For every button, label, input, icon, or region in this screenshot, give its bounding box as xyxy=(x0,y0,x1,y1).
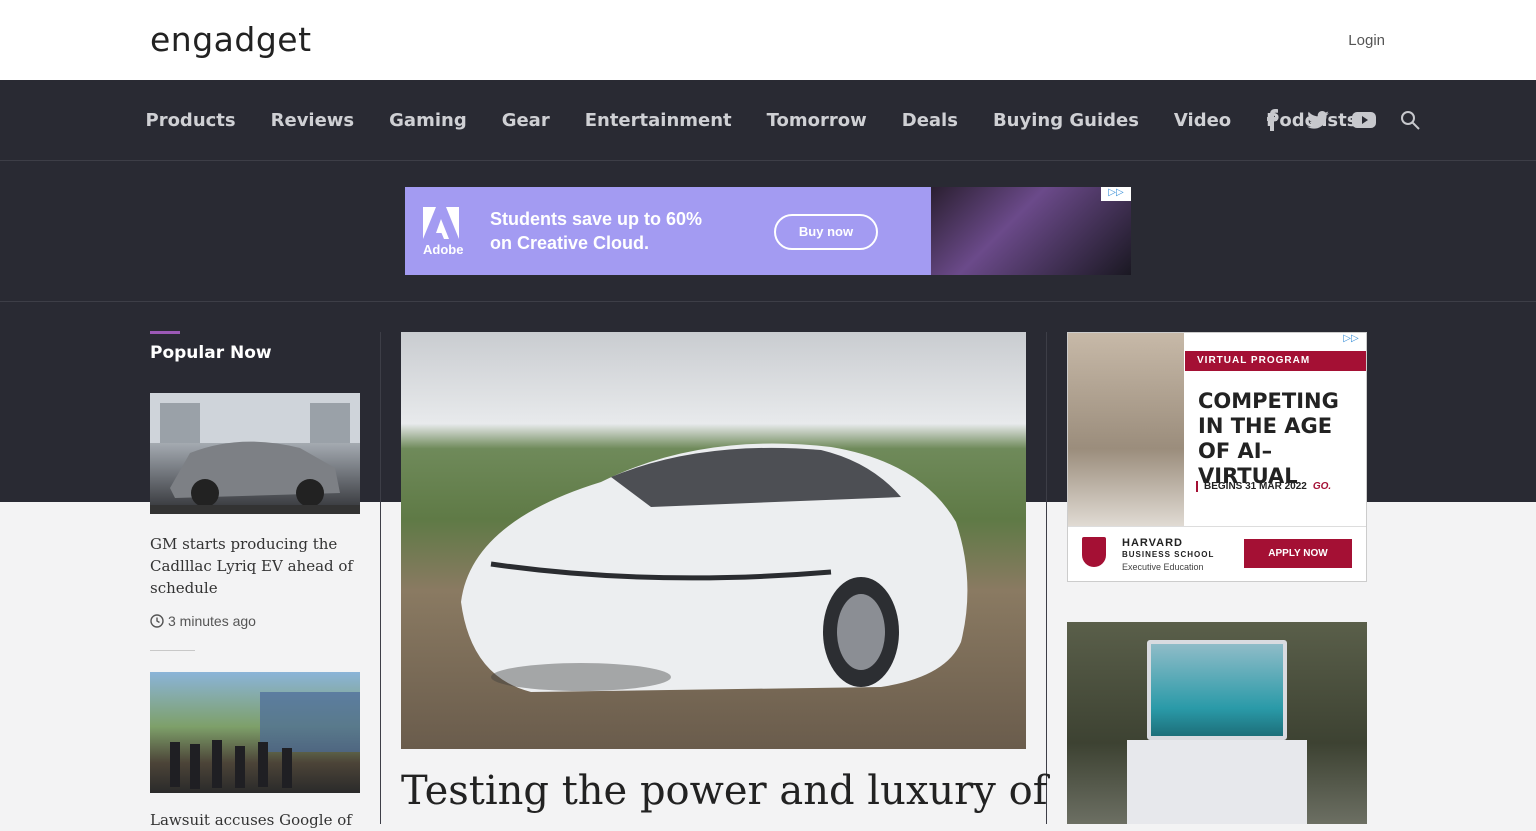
ad-footer: HARVARD BUSINESS SCHOOL Executive Educat… xyxy=(1068,526,1366,581)
article-title-1[interactable]: GM starts producing the Cadlllac Lyriq E… xyxy=(150,533,360,599)
nav-item-tomorrow[interactable]: Tomorrow xyxy=(749,110,884,131)
harvard-shield-icon xyxy=(1082,537,1106,567)
nav-list: Products Reviews Gaming Gear Entertainme… xyxy=(128,80,1375,160)
nav-item-products[interactable]: Products xyxy=(128,110,253,131)
nav-item-gaming[interactable]: Gaming xyxy=(372,110,485,131)
ad-org-school: BUSINESS SCHOOL xyxy=(1122,550,1215,559)
adobe-ad-banner[interactable]: Adobe Students save up to 60% on Creativ… xyxy=(405,187,1131,275)
login-link[interactable]: Login xyxy=(1348,32,1385,49)
nav-item-entertainment[interactable]: Entertainment xyxy=(567,110,749,131)
ad-buy-now-button[interactable]: Buy now xyxy=(774,214,878,250)
ad-apply-now-button[interactable]: APPLY NOW xyxy=(1244,539,1352,568)
laptop-keyboard xyxy=(1127,740,1307,824)
hero-headline[interactable]: Testing the power and luxury of xyxy=(401,768,1048,814)
adchoices-icon[interactable]: ▷▷ xyxy=(1336,333,1366,347)
ad-org-name: HARVARD xyxy=(1122,537,1183,549)
ad-program-tag: VIRTUAL PROGRAM xyxy=(1185,351,1366,371)
article-thumbnail-google[interactable] xyxy=(150,672,360,793)
top-bar: engadget Login xyxy=(0,0,1536,80)
nav-item-buying-guides[interactable]: Buying Guides xyxy=(975,110,1156,131)
social-links xyxy=(1260,106,1422,134)
nav-item-reviews[interactable]: Reviews xyxy=(253,110,372,131)
ad-begins-date: BEGINS 31 MAR 2022 GO. xyxy=(1196,481,1331,492)
adobe-logo: Adobe xyxy=(423,207,464,257)
article-separator xyxy=(150,650,195,651)
ad-go-text: GO. xyxy=(1312,481,1332,492)
popular-accent-bar xyxy=(150,331,180,334)
hero-image-lucid-air[interactable] xyxy=(401,332,1026,749)
ad-line-1: Students save up to 60% xyxy=(490,209,703,229)
article-time-1: 3 minutes ago xyxy=(150,613,256,629)
site-logo[interactable]: engadget xyxy=(150,20,312,60)
harvard-ad[interactable]: VIRTUAL PROGRAM COMPETING IN THE AGE OF … xyxy=(1067,332,1367,582)
clock-icon xyxy=(150,614,164,628)
article-title-2[interactable]: Lawsuit accuses Google of xyxy=(150,809,360,831)
ad-headline-line-2: IN THE AGE xyxy=(1198,414,1333,438)
laptop-screen xyxy=(1147,640,1287,740)
facebook-icon[interactable] xyxy=(1260,106,1284,134)
article-thumbnail-cadillac[interactable] xyxy=(150,393,360,514)
column-divider-left xyxy=(380,332,381,824)
section-divider xyxy=(0,301,1536,302)
popular-now-heading: Popular Now xyxy=(150,343,272,363)
adobe-brand-label: Adobe xyxy=(423,242,464,257)
ad-headline: COMPETING IN THE AGE OF AI–VIRTUAL xyxy=(1198,389,1366,489)
nav-item-video[interactable]: Video xyxy=(1156,110,1248,131)
laptop-article-image[interactable] xyxy=(1067,622,1367,824)
ad-headline-line-1: COMPETING xyxy=(1198,389,1339,413)
nav-item-deals[interactable]: Deals xyxy=(884,110,975,131)
ad-org-division: Executive Education xyxy=(1122,562,1204,572)
search-icon[interactable] xyxy=(1398,106,1422,134)
ad-begins-text: BEGINS 31 MAR 2022 xyxy=(1204,481,1307,492)
ad-line-2: on Creative Cloud. xyxy=(490,233,650,253)
adchoices-icon[interactable]: ▷▷ xyxy=(1101,187,1131,201)
youtube-icon[interactable] xyxy=(1352,106,1376,134)
nav-item-gear[interactable]: Gear xyxy=(484,110,567,131)
article-time-label: 3 minutes ago xyxy=(168,613,256,629)
twitter-icon[interactable] xyxy=(1306,106,1330,134)
ad-woman-photo xyxy=(1068,333,1184,526)
ad-message: Students save up to 60% on Creative Clou… xyxy=(490,207,702,255)
column-divider-right xyxy=(1046,332,1047,824)
